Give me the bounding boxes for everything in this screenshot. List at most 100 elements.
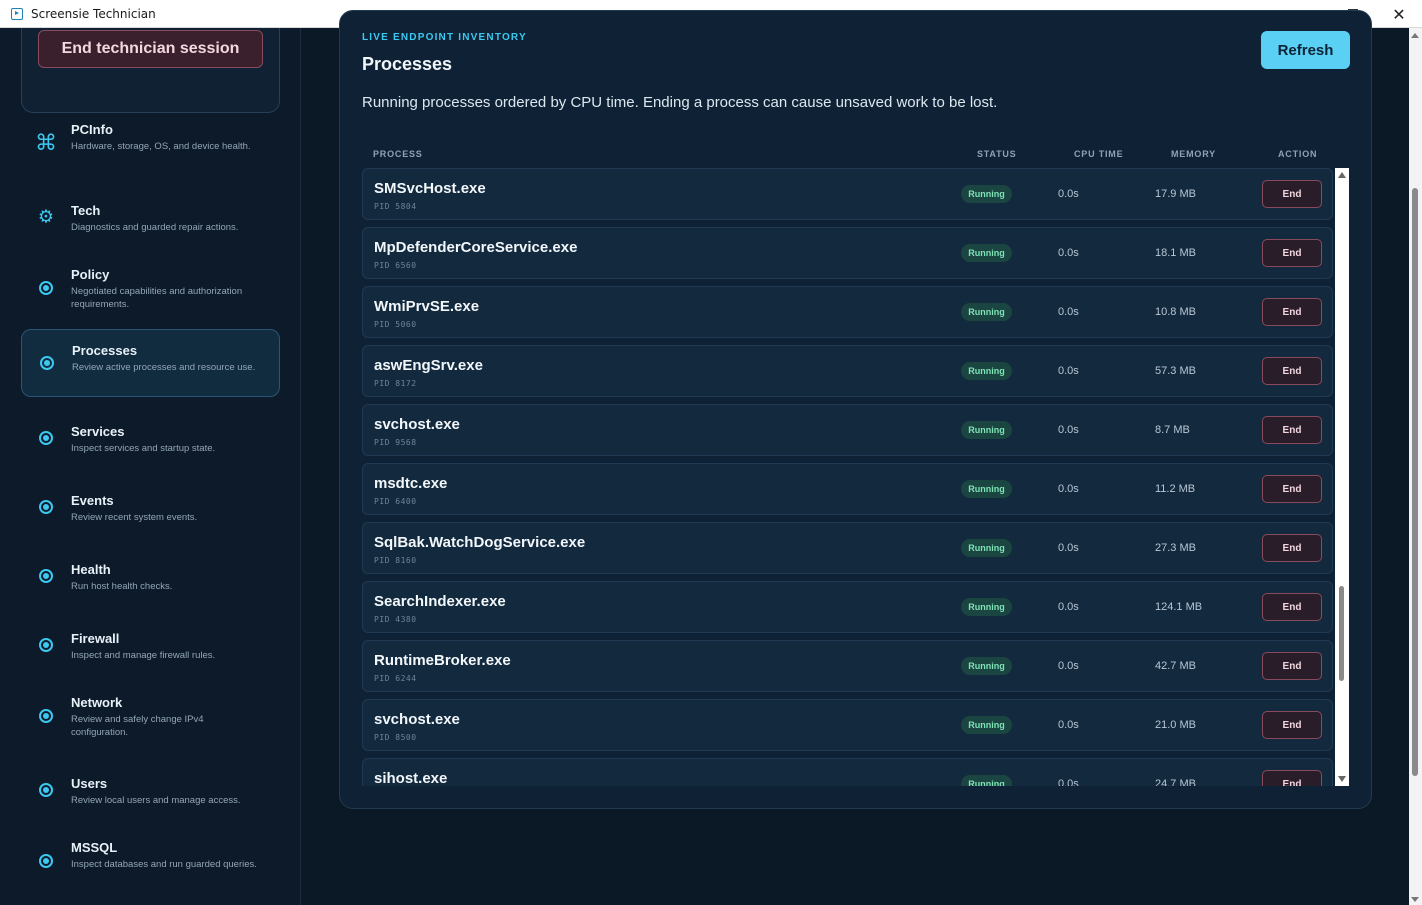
status-badge: Running [961, 303, 1012, 321]
process-pid: PID 8160 [374, 556, 417, 565]
end-process-button[interactable]: End [1262, 475, 1322, 503]
sidebar-item-description: Diagnostics and guarded repair actions. [71, 221, 239, 233]
cpu-time: 0.0s [1058, 306, 1079, 318]
status-badge: Running [961, 480, 1012, 498]
end-process-button[interactable]: End [1262, 239, 1322, 267]
cpu-time: 0.0s [1058, 188, 1079, 200]
process-pid: PID 8500 [374, 733, 417, 742]
end-process-button[interactable]: End [1262, 534, 1322, 562]
memory-usage: 24.7 MB [1155, 778, 1196, 786]
table-row: msdtc.exe PID 6400 Running 0.0s 11.2 MB End [362, 463, 1333, 515]
page-title: Processes [362, 54, 453, 74]
page-subtitle: Running processes ordered by CPU time. E… [362, 94, 998, 111]
status-badge: Running [961, 185, 1012, 203]
table-row: RuntimeBroker.exe PID 6244 Running 0.0s 42.7… [362, 640, 1333, 692]
sidebar-item-policy[interactable]: Policy Negotiated capabilities and author… [21, 253, 280, 323]
sidebar-item-processes[interactable]: Processes Review active processes and res… [21, 329, 280, 397]
sidebar-item-network[interactable]: Network Review and safely change IPv4 con… [21, 681, 280, 751]
process-list-scrollbar[interactable] [1335, 168, 1349, 786]
table-row: SMSvcHost.exe PID 5804 Running 0.0s 17.9 MB E… [362, 168, 1333, 220]
sidebar-item-firewall[interactable]: Firewall Inspect and manage firewall rule… [21, 615, 280, 675]
sidebar-item-title: Processes [72, 343, 138, 358]
dot-icon [39, 431, 53, 445]
dot-icon [39, 281, 53, 295]
end-session-button[interactable]: End technician session [38, 30, 263, 68]
cpu-time: 0.0s [1058, 719, 1079, 731]
table-row: svchost.exe PID 8500 Running 0.0s 21.0 MB End [362, 699, 1333, 751]
end-process-button[interactable]: End [1262, 180, 1322, 208]
sidebar-item-title: Network [71, 695, 123, 710]
sidebar-item-description: Negotiated capabilities and authorizatio… [71, 286, 243, 310]
sidebar-item-description: Hardware, storage, OS, and device health… [71, 141, 251, 152]
process-pid: PID 8172 [374, 379, 417, 388]
process-list[interactable]: SMSvcHost.exe PID 5804 Running 0.0s 17.9 MB E… [362, 168, 1335, 786]
end-process-button[interactable]: End [1262, 416, 1322, 444]
table-row: WmiPrvSE.exe PID 5060 Running 0.0s 10.8 MB En… [362, 286, 1333, 338]
process-name: sihost.exe [374, 770, 448, 786]
memory-usage: 57.3 MB [1155, 365, 1196, 377]
sidebar-item-title: Health [71, 561, 111, 577]
table-row: SqlBak.WatchDogService.exe PID 8160 Runnin… [362, 522, 1333, 574]
scroll-up-icon[interactable] [1411, 33, 1419, 38]
sidebar-item-health[interactable]: Health Run host health checks. [21, 546, 280, 606]
sidebar-item-title: Firewall [71, 630, 120, 646]
sidebar-item-description: Review local users and manage access. [71, 794, 241, 806]
cpu-time: 0.0s [1058, 483, 1079, 495]
dot-icon [39, 783, 53, 797]
table-row: svchost.exe PID 9568 Running 0.0s 8.7 MB End [362, 404, 1333, 456]
sidebar-item-title: Events [71, 492, 114, 508]
close-button[interactable]: ✕ [1376, 0, 1422, 28]
sidebar-item-pcinfo[interactable]: ⌘ PCInfo Hardware, storage, OS, and device… [21, 108, 280, 178]
sidebar-item-tech[interactable]: ⚙ Tech Diagnostics and guarded repair acti… [21, 187, 280, 247]
sidebar-item-users[interactable]: Users Review local users and manage acces… [21, 760, 280, 820]
sidebar-item-events[interactable]: Events Review recent system events. [21, 477, 280, 537]
scroll-down-icon[interactable] [1411, 897, 1419, 902]
sidebar-item-description: Inspect services and startup state. [71, 442, 216, 454]
sidebar-item-title: Policy [71, 267, 110, 282]
process-name: MpDefenderCoreService.exe [374, 239, 578, 256]
status-badge: Running [961, 539, 1012, 557]
dot-icon [39, 569, 53, 583]
gear-icon: ⚙ [37, 206, 55, 227]
refresh-button[interactable]: Refresh [1261, 31, 1350, 69]
process-name: svchost.exe [374, 711, 460, 728]
end-process-button[interactable]: End [1262, 770, 1322, 786]
process-pid: PID 4380 [374, 615, 417, 624]
sidebar-item-description: Run host health checks. [71, 580, 173, 592]
memory-usage: 17.9 MB [1155, 188, 1196, 200]
memory-usage: 18.1 MB [1155, 247, 1196, 259]
status-badge: Running [961, 598, 1012, 616]
cpu-time: 0.0s [1058, 542, 1079, 554]
sidebar-item-description: Review active processes and resource use… [72, 362, 256, 373]
memory-usage: 42.7 MB [1155, 660, 1196, 672]
process-pid: PID 6560 [374, 261, 417, 270]
memory-usage: 10.8 MB [1155, 306, 1196, 318]
scroll-thumb[interactable] [1412, 188, 1418, 776]
scroll-thumb[interactable] [1339, 586, 1344, 681]
memory-usage: 21.0 MB [1155, 719, 1196, 731]
end-process-button[interactable]: End [1262, 593, 1322, 621]
memory-usage: 124.1 MB [1155, 601, 1203, 613]
sidebar-item-description: Inspect databases and run guarded querie… [71, 859, 257, 870]
window-scrollbar[interactable] [1409, 28, 1422, 905]
end-process-button[interactable]: End [1262, 357, 1322, 385]
memory-usage: 8.7 MB [1155, 424, 1190, 436]
end-process-button[interactable]: End [1262, 711, 1322, 739]
status-badge: Running [961, 775, 1012, 786]
sidebar-item-services[interactable]: Services Inspect services and startup sta… [21, 408, 280, 468]
end-process-button[interactable]: End [1262, 652, 1322, 680]
scroll-down-icon[interactable] [1338, 776, 1346, 782]
column-header-action: ACTION [1278, 149, 1318, 159]
column-header-status: STATUS [977, 149, 1017, 159]
sidebar-item-description: Inspect and manage firewall rules. [71, 649, 216, 661]
scroll-up-icon[interactable] [1338, 172, 1346, 178]
process-pid: PID 6400 [374, 497, 417, 506]
sidebar-item-mssql[interactable]: MSSQL Inspect databases and run guarded q… [21, 826, 280, 896]
end-process-button[interactable]: End [1262, 298, 1322, 326]
close-icon: ✕ [1392, 4, 1406, 24]
column-header-process: PROCESS [373, 149, 423, 159]
cpu-time: 0.0s [1058, 365, 1079, 377]
table-row: SearchIndexer.exe PID 4380 Running 0.0s 124.… [362, 581, 1333, 633]
sidebar-item-description: Review and safely change IPv4 configurat… [71, 714, 204, 738]
process-pid: PID 9568 [374, 438, 417, 447]
